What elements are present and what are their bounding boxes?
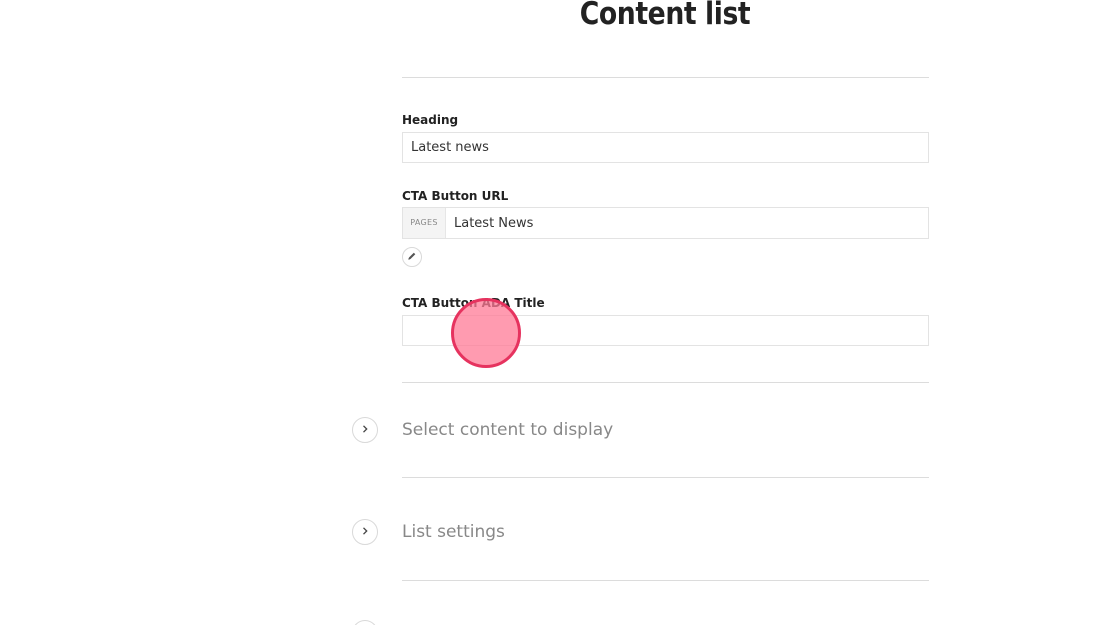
heading-input-value: Latest news xyxy=(411,140,489,155)
expand-toggle[interactable] xyxy=(352,620,378,625)
cta-url-value: Latest News xyxy=(454,216,534,231)
divider xyxy=(402,77,929,78)
url-type-tag: PAGES xyxy=(403,208,446,238)
section-select-content[interactable]: Select content to display xyxy=(352,417,932,447)
pencil-icon xyxy=(407,248,417,266)
cta-ada-title-label: CTA Button ADA Title xyxy=(402,296,545,310)
expand-toggle[interactable] xyxy=(352,519,378,545)
section-list-settings[interactable]: List settings xyxy=(352,519,932,549)
divider xyxy=(402,382,929,383)
expand-toggle[interactable] xyxy=(352,417,378,443)
cta-url-field[interactable]: PAGES Latest News xyxy=(402,207,929,239)
chevron-right-icon xyxy=(360,523,370,541)
cta-url-label: CTA Button URL xyxy=(402,189,509,203)
page-title: Content list xyxy=(579,0,751,32)
divider xyxy=(402,477,929,478)
section-title: Select content to display xyxy=(402,420,614,440)
divider xyxy=(402,580,929,581)
page: Content list Heading Latest news CTA But… xyxy=(0,0,1120,625)
heading-label: Heading xyxy=(402,113,459,127)
chevron-right-icon xyxy=(360,421,370,439)
cta-ada-title-input[interactable] xyxy=(402,315,929,346)
section-title: List settings xyxy=(402,522,505,542)
edit-url-button[interactable] xyxy=(402,247,422,267)
heading-input[interactable]: Latest news xyxy=(402,132,929,163)
